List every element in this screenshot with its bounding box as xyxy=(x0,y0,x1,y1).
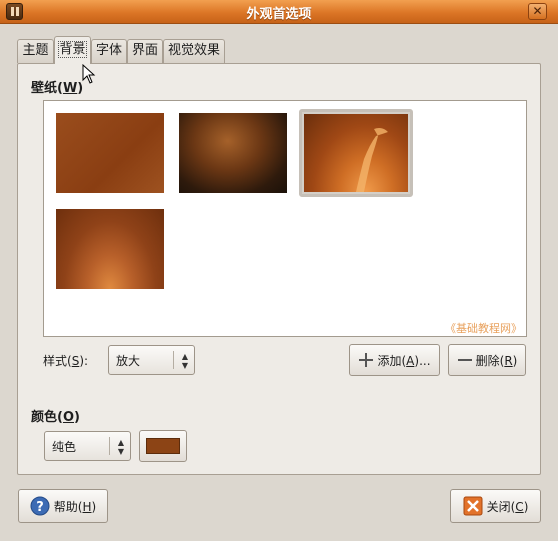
style-select[interactable]: 放大 ▲ ▼ xyxy=(108,345,195,375)
style-select-value: 放大 xyxy=(116,354,141,368)
color-label: 颜色(O) xyxy=(31,410,80,425)
style-label: 样式(S): xyxy=(43,354,89,368)
help-button[interactable]: ? 帮助(H) xyxy=(18,489,108,523)
tab-label: 背景 xyxy=(58,41,87,58)
tab-visual-effects[interactable]: 视觉效果 xyxy=(163,39,225,63)
tab-theme[interactable]: 主题 xyxy=(17,39,54,63)
heron-icon xyxy=(356,128,388,192)
close-icon xyxy=(463,496,483,516)
wallpaper-thumb-warm-rings[interactable] xyxy=(56,209,164,289)
help-icon: ? xyxy=(30,496,50,516)
wallpaper-thumb-brown-solid[interactable] xyxy=(56,113,164,193)
plus-icon xyxy=(359,353,374,367)
wallpaper-thumb-dark-texture[interactable] xyxy=(179,113,287,193)
color-swatch xyxy=(146,438,180,454)
chevron-updown-icon: ▲ ▼ xyxy=(181,352,188,370)
color-mode-value: 纯色 xyxy=(52,440,77,454)
wallpaper-thumb-heron[interactable] xyxy=(299,109,413,197)
tab-fonts[interactable]: 字体 xyxy=(91,39,127,63)
add-wallpaper-button[interactable]: 添加(A)... xyxy=(349,344,440,376)
minus-icon xyxy=(457,359,472,361)
tab-background[interactable]: 背景 xyxy=(54,36,91,64)
window-close-button[interactable]: ✕ xyxy=(528,3,547,20)
remove-button-label: 删除(R) xyxy=(475,353,518,368)
close-button-label: 关闭(C) xyxy=(486,499,529,514)
close-button[interactable]: 关闭(C) xyxy=(450,489,541,523)
watermark-text: 《基础教程网》 xyxy=(445,322,522,335)
remove-wallpaper-button[interactable]: 删除(R) xyxy=(448,344,526,376)
chevron-updown-icon: ▲ ▼ xyxy=(117,438,124,456)
tab-interface[interactable]: 界面 xyxy=(127,39,163,63)
color-picker-button[interactable] xyxy=(139,430,187,462)
window-title: 外观首选项 xyxy=(246,7,312,22)
svg-text:?: ? xyxy=(36,500,44,515)
add-button-label: 添加(A)... xyxy=(377,353,431,368)
wallpaper-label: 壁纸(W) xyxy=(31,81,84,96)
color-mode-select[interactable]: 纯色 ▲ ▼ xyxy=(44,431,131,461)
help-button-label: 帮助(H) xyxy=(53,499,97,514)
mouse-cursor-icon xyxy=(82,64,96,84)
